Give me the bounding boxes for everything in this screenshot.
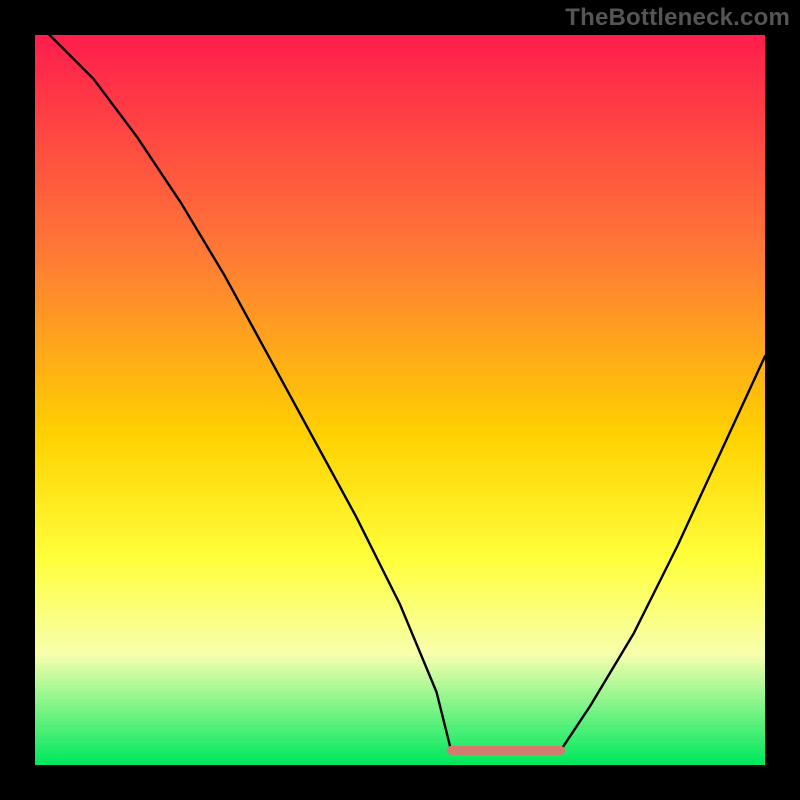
gradient-band [35,761,765,765]
plot-area [35,35,765,765]
chart-svg [35,35,765,765]
chart-frame: TheBottleneck.com [0,0,800,800]
watermark-text: TheBottleneck.com [565,4,790,32]
